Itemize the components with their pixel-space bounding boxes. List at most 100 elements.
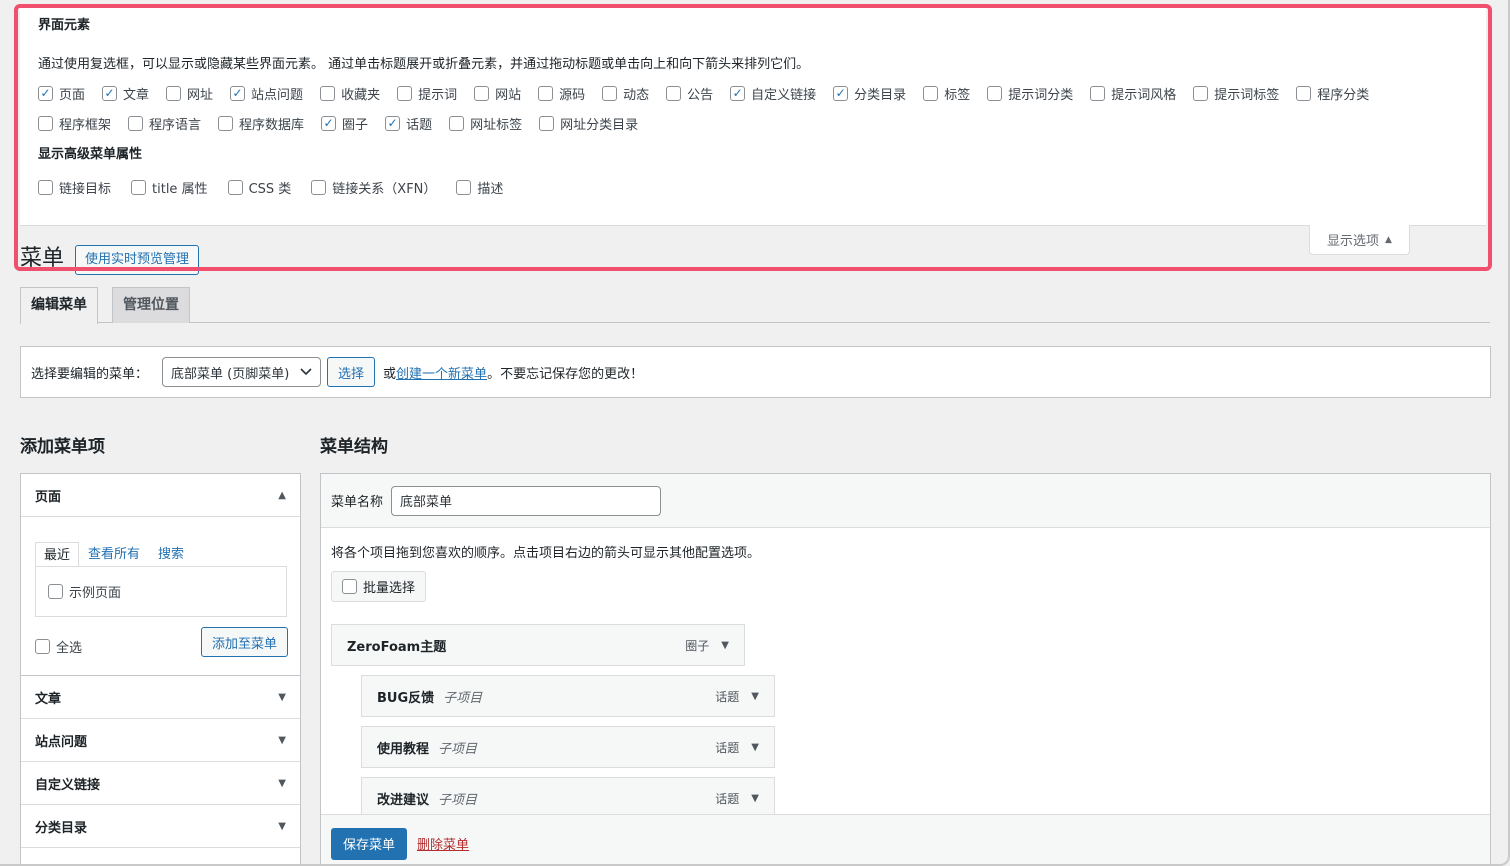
accordion-section[interactable]: 圈子▼ — [21, 848, 300, 865]
checkbox-option[interactable]: 程序框架 — [38, 114, 111, 133]
caret-down-icon[interactable]: ▼ — [721, 640, 729, 651]
checkbox[interactable] — [38, 115, 53, 131]
checkbox-option[interactable]: 网址 — [166, 84, 213, 103]
checkbox-option[interactable]: ✓ 页面 — [38, 84, 86, 103]
recent-pages-list: 示例页面 — [35, 566, 287, 617]
checkbox[interactable] — [449, 115, 465, 131]
list-item[interactable]: 示例页面 — [48, 583, 121, 601]
checkbox-option[interactable]: 动态 — [602, 84, 649, 103]
tab-search[interactable]: 搜索 — [149, 542, 193, 567]
screen-options-panel: 界面元素 通过使用复选框，可以显示或隐藏某些界面元素。 通过单击标题展开或折叠元… — [20, 8, 1486, 226]
caret-up-icon: ▲ — [278, 489, 286, 501]
accordion-section-label: 文章 — [35, 691, 62, 707]
menu-edit-panel: 菜单名称 底部菜单 将各个项目拖到您喜欢的顺序。点击项目右边的箭头可显示其他配置… — [320, 473, 1491, 864]
caret-down-icon[interactable]: ▼ — [751, 691, 759, 702]
checkbox[interactable] — [987, 85, 1003, 101]
checkbox-label: 页面 — [59, 87, 86, 103]
save-menu-button[interactable]: 保存菜单 — [331, 827, 408, 860]
select-all-checkbox[interactable]: 全选 — [35, 637, 82, 656]
checkbox-option[interactable]: ✓ 分类目录 — [833, 84, 907, 103]
checkbox[interactable] — [1193, 85, 1209, 101]
caret-down-icon[interactable]: ▼ — [751, 742, 759, 753]
checkbox-option[interactable]: 链接目标 — [38, 178, 111, 197]
accordion-section[interactable]: 自定义链接 ▼ — [21, 762, 300, 805]
checkbox[interactable] — [602, 85, 618, 101]
caret-down-icon[interactable]: ▼ — [751, 793, 759, 804]
checkbox[interactable] — [538, 85, 554, 101]
checkbox-option[interactable]: 标签 — [923, 84, 970, 103]
checkbox-checked[interactable]: ✓ — [102, 85, 118, 101]
checkbox[interactable] — [342, 579, 357, 594]
checkbox-option[interactable]: 收藏夹 — [320, 84, 380, 103]
accordion-section-label: 自定义链接 — [35, 777, 101, 793]
checkbox-option[interactable]: 提示词 — [397, 84, 457, 103]
menu-item[interactable]: BUG反馈 子项目 话题 ▼ — [361, 675, 775, 717]
checkbox[interactable] — [397, 85, 413, 101]
checkbox-option[interactable]: 网站 — [474, 84, 521, 103]
create-menu-link[interactable]: 创建一个新菜单 — [396, 363, 487, 382]
accordion-section[interactable]: 文章 ▼ — [21, 676, 300, 719]
accordion-section[interactable]: 分类目录 ▼ — [21, 805, 300, 848]
checkbox-option[interactable]: 程序分类 — [1296, 84, 1369, 103]
checkbox-checked[interactable]: ✓ — [38, 85, 53, 101]
checkbox[interactable] — [38, 179, 53, 195]
checkbox-option[interactable]: 提示词标签 — [1193, 84, 1279, 103]
checkbox-option[interactable]: 提示词风格 — [1090, 84, 1176, 103]
accordion-section[interactable]: 站点问题 ▼ — [21, 719, 300, 762]
checkbox-label: 分类目录 — [854, 87, 907, 103]
checkbox-checked[interactable]: ✓ — [833, 85, 849, 101]
tab-recent[interactable]: 最近 — [35, 542, 80, 567]
checkbox-option[interactable]: 公告 — [666, 84, 713, 103]
checkbox-option[interactable]: ✓ 自定义链接 — [730, 84, 816, 103]
checkbox-option[interactable]: 程序数据库 — [218, 114, 304, 133]
menu-select-dropdown[interactable]: 底部菜单 (页脚菜单) — [162, 357, 322, 387]
checkbox[interactable] — [474, 85, 490, 101]
checkbox[interactable] — [131, 179, 147, 195]
checkbox[interactable] — [128, 115, 144, 131]
select-menu-button[interactable]: 选择 — [327, 357, 376, 387]
checkbox-checked[interactable]: ✓ — [230, 85, 246, 101]
checkbox-option[interactable]: 链接关系（XFN） — [311, 178, 436, 197]
checkbox-checked[interactable]: ✓ — [385, 115, 401, 131]
tab-manage-locations[interactable]: 管理位置 — [112, 287, 190, 323]
menu-item[interactable]: ZeroFoam主题 圈子 ▼ — [331, 624, 745, 666]
bulk-select-toggle[interactable]: 批量选择 — [331, 571, 427, 602]
live-preview-button[interactable]: 使用实时预览管理 — [75, 245, 200, 275]
checkbox[interactable] — [1296, 85, 1312, 101]
checkbox[interactable] — [218, 115, 234, 131]
checkbox-option[interactable]: title 属性 — [131, 178, 208, 197]
checkbox[interactable] — [166, 85, 182, 101]
checkbox[interactable] — [456, 179, 472, 195]
checkbox-option[interactable]: 程序语言 — [128, 114, 201, 133]
accordion-section-pages[interactable]: 页面 ▲ — [21, 474, 300, 517]
checkbox[interactable] — [48, 584, 63, 599]
menu-item[interactable]: 使用教程 子项目 话题 ▼ — [361, 726, 775, 768]
checkbox-checked[interactable]: ✓ — [730, 85, 746, 101]
add-to-menu-button[interactable]: 添加至菜单 — [201, 627, 289, 657]
checkbox-option[interactable]: 提示词分类 — [987, 84, 1073, 103]
menu-name-input[interactable]: 底部菜单 — [391, 485, 662, 516]
checkbox-option[interactable]: CSS 类 — [227, 178, 291, 197]
checkbox-option[interactable]: 描述 — [456, 178, 503, 197]
checkbox[interactable] — [35, 638, 50, 654]
checkbox[interactable] — [1090, 85, 1106, 101]
checkbox-option[interactable]: ✓ 文章 — [102, 84, 149, 103]
checkbox-option[interactable]: ✓ 站点问题 — [230, 84, 303, 103]
checkbox-option[interactable]: 源码 — [538, 84, 585, 103]
tab-view-all[interactable]: 查看所有 — [79, 542, 149, 567]
checkbox[interactable] — [666, 85, 682, 101]
delete-menu-link[interactable]: 删除菜单 — [417, 834, 469, 853]
checkbox[interactable] — [320, 85, 336, 101]
checkbox-option[interactable]: ✓ 话题 — [385, 114, 432, 133]
checkbox-option[interactable]: 网址标签 — [449, 114, 522, 133]
checkbox-option[interactable]: ✓ 圈子 — [321, 114, 368, 133]
checkbox-checked[interactable]: ✓ — [321, 115, 337, 131]
checkbox-option[interactable]: 网址分类目录 — [539, 114, 638, 133]
checkbox[interactable] — [539, 115, 555, 131]
show-options-toggle[interactable]: 显示选项 ▲ — [1309, 225, 1410, 255]
tab-edit-menus[interactable]: 编辑菜单 — [20, 287, 98, 324]
checkbox[interactable] — [923, 85, 939, 101]
checkbox[interactable] — [227, 179, 243, 195]
checkbox[interactable] — [311, 179, 327, 195]
menu-item[interactable]: 改进建议 子项目 话题 ▼ — [361, 777, 775, 819]
